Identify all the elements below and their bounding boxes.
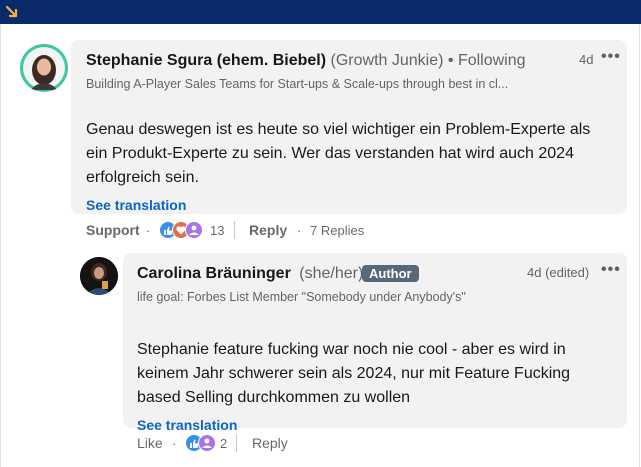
reply-button[interactable]: Reply [249, 222, 287, 238]
support-reaction-icon [198, 434, 216, 452]
author-pronouns: (she/her) [299, 265, 364, 282]
avatar[interactable] [20, 44, 68, 92]
reply-time: 4d (edited) [527, 265, 590, 280]
reply-bubble: Carolina Bräuninger (she/her) Author lif… [123, 253, 627, 433]
author-headline: Building A-Player Sales Teams for Start-… [86, 77, 509, 91]
avatar-photo [80, 257, 118, 295]
avatar[interactable] [80, 257, 118, 295]
separator-dot: · [172, 436, 177, 451]
see-translation-link[interactable]: See translation [137, 417, 237, 433]
reaction-count[interactable]: 13 [210, 223, 224, 238]
author-name[interactable]: Carolina Bräuninger [137, 265, 291, 282]
divider [234, 221, 235, 239]
see-translation-link[interactable]: See translation [86, 197, 186, 213]
like-button[interactable]: Like [137, 435, 163, 451]
connection-status: • Following [447, 52, 526, 69]
reply-button[interactable]: Reply [252, 435, 288, 451]
arrow-down-right-icon [5, 5, 18, 18]
comment-text: Genau deswegen ist es heute so viel wich… [86, 121, 591, 186]
comments-thread: Stephanie Sgura (ehem. Biebel) (Growth J… [0, 24, 640, 467]
divider [236, 434, 237, 452]
reaction-button[interactable]: Support [86, 222, 140, 238]
support-reaction-icon [185, 221, 203, 239]
author-headline: life goal: Forbes List Member "Somebody … [137, 290, 466, 304]
separator-dot: · [146, 223, 151, 238]
reaction-count[interactable]: 2 [220, 436, 227, 451]
top-bar [0, 0, 641, 24]
author-badge: Author [362, 265, 419, 282]
author-name[interactable]: Stephanie Sgura (ehem. Biebel) [86, 52, 326, 69]
replies-count-link[interactable]: 7 Replies [310, 223, 364, 238]
reply-text: Stephanie feature fucking war noch nie c… [137, 341, 571, 406]
reply-author[interactable]: Carolina Bräuninger (she/her) [137, 265, 363, 283]
separator-dot: · [297, 223, 302, 238]
comment-time: 4d [579, 52, 594, 67]
comment-bubble: Stephanie Sgura (ehem. Biebel) (Growth J… [71, 40, 627, 214]
more-options-icon[interactable]: ••• [601, 48, 621, 66]
more-options-icon[interactable]: ••• [601, 261, 621, 279]
avatar-photo [23, 47, 65, 90]
comment-author[interactable]: Stephanie Sgura (ehem. Biebel) (Growth J… [86, 52, 526, 70]
author-pronouns: (Growth Junkie) [330, 52, 444, 69]
